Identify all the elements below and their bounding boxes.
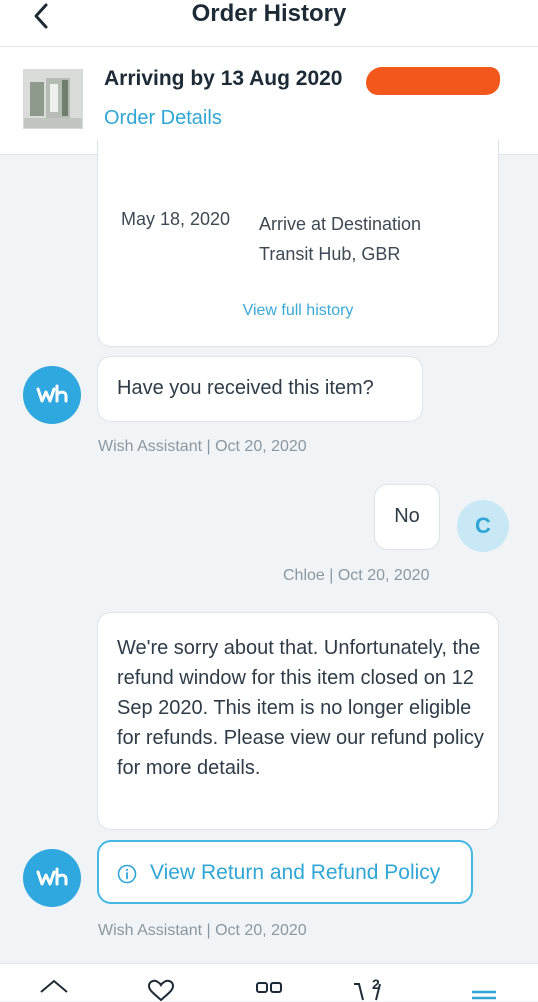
tracking-date: May 18, 2020 <box>121 209 231 229</box>
assistant-question-meta: Wish Assistant | Oct 20, 2020 <box>98 438 307 455</box>
policy-meta: Wish Assistant | Oct 20, 2020 <box>98 922 307 939</box>
user-reply-bubble: No <box>374 484 440 550</box>
wish-assistant-avatar <box>23 849 81 907</box>
order-summary-bar: Arriving by 13 Aug 2020 Order Details <box>0 47 538 155</box>
refund-message-text: We're sorry about that. Unfortunately, t… <box>117 637 484 779</box>
page-title: Order History <box>191 0 347 27</box>
redaction-mark <box>366 67 500 95</box>
grid-icon[interactable] <box>254 978 286 1002</box>
wish-logo-icon <box>36 384 68 403</box>
wish-assistant-avatar <box>23 366 81 424</box>
home-icon[interactable] <box>38 978 70 1002</box>
tracking-history-card: May 18, 2020 Arrive at Destination Trans… <box>97 140 499 347</box>
menu-icon[interactable] <box>468 978 500 1002</box>
cart-badge: 2 <box>372 976 380 992</box>
tracking-event-line2: Transit Hub, GBR <box>259 244 401 264</box>
bottom-tab-bar <box>0 963 538 1002</box>
header-bar: Order History <box>0 0 538 47</box>
refund-policy-label: View Return and Refund Policy <box>150 861 441 884</box>
wish-logo-icon <box>36 867 68 886</box>
user-reply-text: No <box>394 505 420 527</box>
heart-icon[interactable] <box>145 978 177 1002</box>
tracking-event-line1: Arrive at Destination <box>259 214 422 234</box>
assistant-question-text: Have you received this item? <box>117 377 374 399</box>
user-reply-meta: Chloe | Oct 20, 2020 <box>283 567 430 584</box>
user-avatar: C <box>457 500 509 552</box>
product-thumbnail[interactable] <box>23 69 83 129</box>
order-details-link[interactable]: Order Details <box>104 107 222 130</box>
tracking-event: Arrive at Destination Transit Hub, GBR <box>259 209 421 269</box>
assistant-question-bubble: Have you received this item? <box>97 356 423 422</box>
assistant-refund-message: We're sorry about that. Unfortunately, t… <box>97 612 499 830</box>
info-icon <box>117 864 137 884</box>
view-full-history-link[interactable]: View full history <box>98 302 498 320</box>
arrival-date: Arriving by 13 Aug 2020 <box>104 67 343 90</box>
cart-icon[interactable] <box>352 978 386 1002</box>
view-refund-policy-button[interactable]: View Return and Refund Policy <box>97 840 473 904</box>
